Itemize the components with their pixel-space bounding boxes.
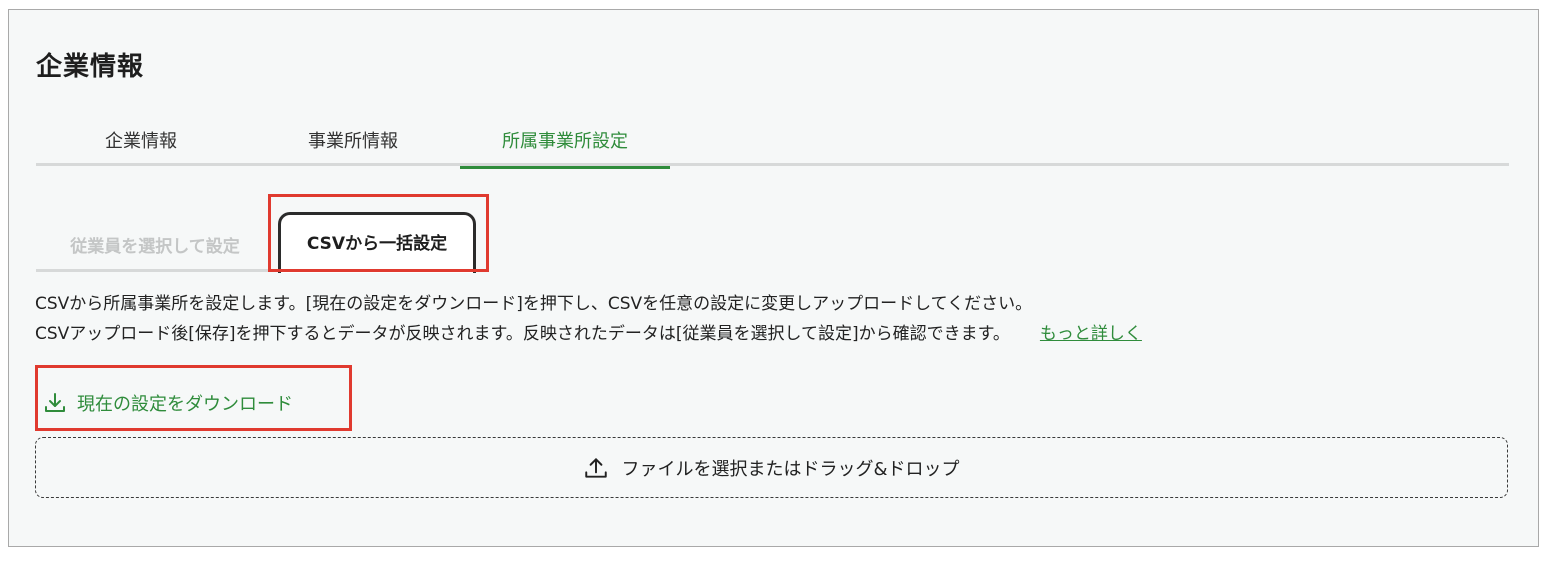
description-line-2: CSVアップロード後[保存]を押下するとデータが反映されます。反映されたデータは… (35, 319, 1515, 349)
dropzone-label: ファイルを選択またはドラッグ&ドロップ (621, 458, 960, 480)
download-icon (43, 391, 67, 415)
sub-tab-select-employees[interactable]: 従業員を選択して設定 (36, 224, 274, 272)
file-dropzone[interactable]: ファイルを選択またはドラッグ&ドロップ (35, 437, 1508, 498)
download-label: 現在の設定をダウンロード (77, 394, 293, 415)
description-line-2-text: CSVアップロード後[保存]を押下するとデータが反映されます。反映されたデータは… (35, 324, 1010, 344)
main-tab-bar: 企業情報 事業所情報 所属事業所設定 (36, 122, 1509, 169)
sub-tab-csv-bulk[interactable]: CSVから一括設定 (278, 212, 476, 273)
more-details-link[interactable]: もっと詳しく (1040, 324, 1142, 344)
tab-office-info[interactable]: 事業所情報 (246, 122, 460, 166)
tab-affiliated-office-settings[interactable]: 所属事業所設定 (460, 122, 670, 169)
csv-description: CSVから所属事業所を設定します。[現在の設定をダウンロード]を押下し、CSVを… (35, 289, 1515, 349)
sub-tab-bar: 従業員を選択して設定 CSVから一括設定 (36, 206, 486, 276)
download-current-settings-button[interactable]: 現在の設定をダウンロード (43, 387, 293, 419)
tab-company-info[interactable]: 企業情報 (36, 122, 246, 166)
upload-icon (583, 455, 609, 481)
page-title: 企業情報 (36, 52, 145, 82)
description-line-1: CSVから所属事業所を設定します。[現在の設定をダウンロード]を押下し、CSVを… (35, 294, 1033, 314)
